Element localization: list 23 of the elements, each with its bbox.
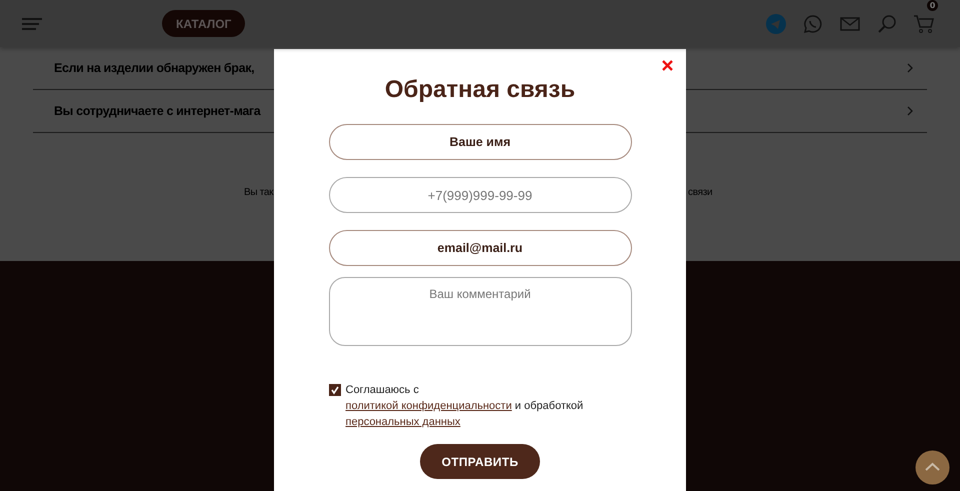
modal-title: Обратная связь [384, 75, 576, 105]
input-field[interactable]: +7(999)999-99-99 [328, 177, 632, 213]
contact-note-text: связи [688, 187, 712, 198]
checkbox[interactable] [328, 384, 340, 396]
search-icon[interactable] [877, 14, 897, 34]
chat-bubble-icon[interactable] [803, 14, 823, 34]
menu-icon[interactable] [22, 18, 42, 30]
chevron-right-icon[interactable] [907, 106, 913, 116]
telegram-icon[interactable] [766, 14, 786, 34]
consent-text: Соглашаюсь с политикой конфиденциальности и обработкой персональных данных [346, 383, 584, 430]
scroll-top-icon[interactable] [915, 450, 950, 485]
comment-field[interactable]: Ваш комментарий [328, 277, 632, 346]
close-icon[interactable] [662, 60, 673, 71]
submit-button[interactable]: ОТПРАВИТЬ [420, 444, 540, 479]
cart-icon[interactable] [914, 14, 934, 34]
input-field[interactable]: email@mail.ru [328, 230, 632, 266]
chevron-right-icon[interactable] [907, 63, 913, 73]
policy-link[interactable]: персональных данных [346, 416, 460, 428]
input-field[interactable]: Ваше имя [328, 124, 632, 160]
policy-link[interactable]: политикой конфиденциальности [346, 400, 512, 412]
cart-count-badge: 0 [927, 0, 938, 10]
mail-icon[interactable] [840, 16, 860, 30]
contact-note-text: Вы так [244, 187, 274, 198]
